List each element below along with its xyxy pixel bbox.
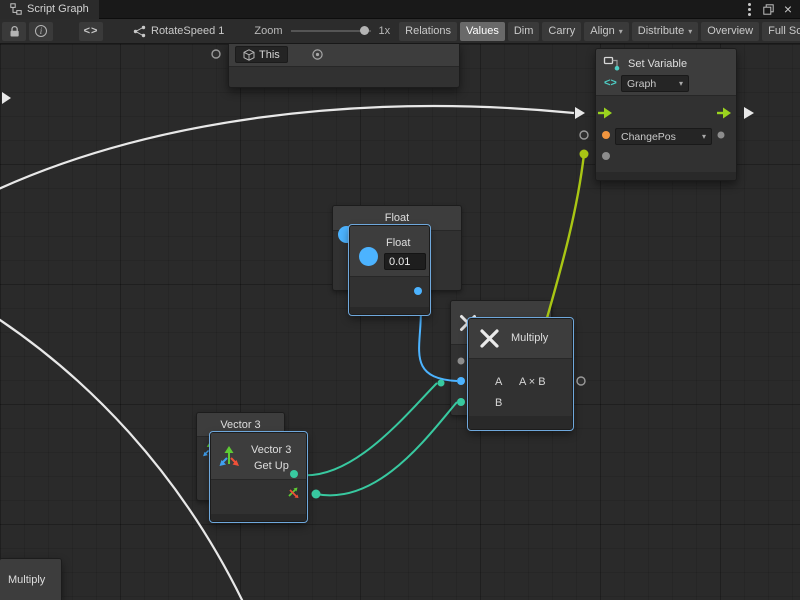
graph-toolbar: i <> RotateSpeed 1 Zoom 1x Relations Val… xyxy=(0,19,800,44)
edit-code-button[interactable]: <> xyxy=(79,22,103,41)
info-icon: i xyxy=(35,25,47,37)
zoom-label: Zoom xyxy=(254,25,282,37)
multiply-b-port[interactable] xyxy=(457,398,465,406)
value-wire-endpoint[interactable] xyxy=(580,150,589,159)
align-button[interactable]: Align▾ xyxy=(584,22,628,41)
chevron-down-icon: ▾ xyxy=(619,27,623,36)
lock-button[interactable] xyxy=(2,22,26,41)
fullscreen-button[interactable]: Full Screen xyxy=(762,22,800,41)
flow-out-arrow[interactable] xyxy=(744,107,754,119)
value-input-port[interactable] xyxy=(602,152,610,160)
restore-window-icon[interactable] xyxy=(763,4,774,15)
flow-in-arrow[interactable] xyxy=(575,107,585,119)
zoom-slider[interactable] xyxy=(291,30,371,32)
tab-label: Script Graph xyxy=(27,3,89,15)
code-icon: <> xyxy=(84,25,99,37)
multiply-extra-port[interactable] xyxy=(458,358,465,365)
this-input-port[interactable] xyxy=(212,50,220,58)
lock-icon xyxy=(9,25,20,38)
graph-canvas[interactable]: Float Vector 3 This xyxy=(0,44,800,600)
multiply-output-port[interactable] xyxy=(577,377,585,385)
flow-arrow-left-edge xyxy=(2,92,11,104)
overview-button[interactable]: Overview xyxy=(701,22,759,41)
graph-breadcrumb[interactable]: RotateSpeed 1 xyxy=(133,25,224,38)
close-window-icon[interactable]: × xyxy=(784,2,792,16)
window-menu-icon[interactable] xyxy=(748,8,751,11)
script-graph-icon xyxy=(10,3,22,15)
get-up-output-port[interactable] xyxy=(312,490,321,499)
tab-script-graph[interactable]: Script Graph xyxy=(0,0,99,19)
flow-in-port-head[interactable] xyxy=(604,108,612,119)
values-button[interactable]: Values xyxy=(460,22,505,41)
zoom-value: 1x xyxy=(379,25,391,37)
zoom-control: Zoom 1x xyxy=(254,25,393,37)
title-bar: Script Graph × xyxy=(0,0,800,19)
graph-name: RotateSpeed 1 xyxy=(151,25,224,37)
relations-button[interactable]: Relations xyxy=(399,22,457,41)
chevron-down-icon: ▾ xyxy=(688,27,692,36)
distribute-button[interactable]: Distribute▾ xyxy=(632,22,698,41)
multiply-a-port[interactable] xyxy=(457,377,465,385)
dim-button[interactable]: Dim xyxy=(508,22,540,41)
variable-name-port[interactable] xyxy=(602,131,610,139)
info-button[interactable]: i xyxy=(29,22,53,41)
flow-out-port-head[interactable] xyxy=(723,108,731,119)
carry-button[interactable]: Carry xyxy=(542,22,581,41)
float-output-port[interactable] xyxy=(414,287,422,295)
output-value-port[interactable] xyxy=(718,132,725,139)
multiply-b-port-ghost xyxy=(438,380,445,387)
zoom-slider-knob[interactable] xyxy=(360,26,369,35)
graph-asset-icon xyxy=(133,25,146,38)
get-up-output-port-ghost xyxy=(290,470,298,478)
unconnected-port[interactable] xyxy=(580,131,588,139)
ports-layer xyxy=(0,44,800,600)
